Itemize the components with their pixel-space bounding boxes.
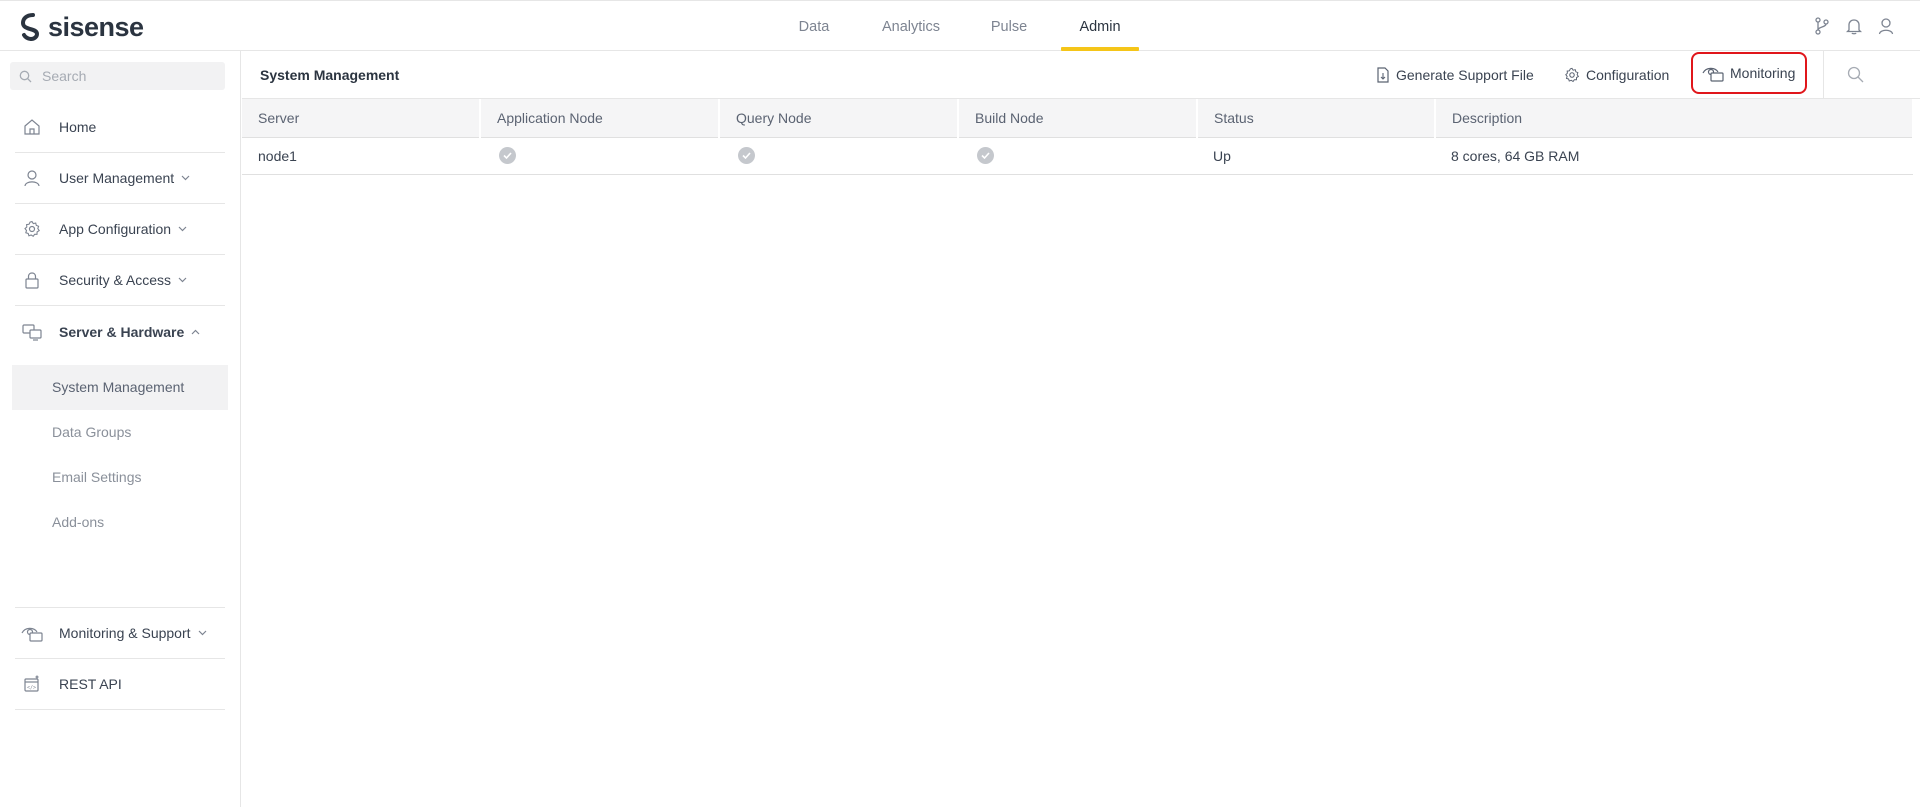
tab-admin[interactable]: Admin	[1075, 1, 1125, 51]
column-header-application-node[interactable]: Application Node	[480, 99, 720, 138]
main-nav: Data Analytics Pulse Admin	[0, 1, 1920, 51]
search-icon	[19, 70, 32, 82]
home-icon	[21, 116, 43, 138]
sidebar-item-label: REST API	[59, 676, 122, 692]
sidebar-item-rest-api[interactable]: </> REST API	[15, 659, 225, 710]
file-download-icon	[1377, 67, 1389, 83]
main-content: System Management Generate Support File …	[242, 51, 1920, 807]
configuration-label: Configuration	[1586, 67, 1670, 83]
gear-icon	[1565, 67, 1580, 83]
chevron-down-icon	[178, 277, 187, 283]
sidebar-item-label: Server & Hardware	[59, 323, 185, 340]
cell-description: 8 cores, 64 GB RAM	[1435, 137, 1913, 175]
sidebar-item-email-settings[interactable]: Email Settings	[12, 455, 228, 500]
column-header-server[interactable]: Server	[242, 99, 481, 138]
lock-icon	[21, 269, 43, 291]
servers-icon	[21, 321, 43, 343]
sidebar-item-home[interactable]: Home	[15, 102, 225, 153]
sidebar-item-server-hardware[interactable]: Server & Hardware	[15, 306, 225, 357]
cell-status: Up	[1197, 137, 1435, 175]
servers-table: Server Application Node Query Node Build…	[242, 99, 1914, 175]
sidebar-item-label: Monitoring & Support	[59, 625, 191, 641]
tab-analytics[interactable]: Analytics	[880, 1, 942, 51]
generate-support-file-button[interactable]: Generate Support File	[1376, 51, 1534, 99]
check-circle-icon	[738, 147, 755, 165]
sidebar-item-label: User Management	[59, 170, 175, 186]
page-toolbar: System Management Generate Support File …	[242, 51, 1920, 99]
server-hardware-submenu: System Management Data Groups Email Sett…	[12, 365, 228, 545]
chevron-down-icon	[198, 630, 207, 636]
tab-pulse[interactable]: Pulse	[990, 1, 1028, 51]
chevron-down-icon	[181, 175, 190, 181]
sidebar-item-label: Security & Access	[59, 272, 172, 288]
chevron-down-icon	[178, 226, 187, 232]
sidebar-item-label: App Configuration	[59, 221, 172, 237]
chevron-up-icon	[191, 329, 200, 335]
monitoring-label: Monitoring	[1730, 65, 1796, 81]
generate-support-file-label: Generate Support File	[1396, 67, 1534, 83]
monitoring-eye-icon	[21, 622, 43, 644]
bell-icon[interactable]	[1844, 16, 1864, 36]
sidebar-item-data-groups[interactable]: Data Groups	[12, 410, 228, 455]
search-icon	[1847, 66, 1864, 83]
svg-text:</>: </>	[27, 685, 36, 691]
cell-build-node	[958, 137, 1197, 175]
table-header-row: Server Application Node Query Node Build…	[242, 99, 1914, 138]
sidebar-item-user-management[interactable]: User Management	[15, 153, 225, 204]
column-header-build-node[interactable]: Build Node	[958, 99, 1198, 138]
tab-data[interactable]: Data	[796, 1, 832, 51]
user-icon[interactable]	[1876, 16, 1896, 36]
top-bar: sisense Data Analytics Pulse Admin	[0, 0, 1920, 51]
table-search-button[interactable]	[1847, 66, 1864, 86]
page-title: System Management	[260, 67, 400, 83]
cell-server: node1	[242, 137, 480, 175]
check-circle-icon	[499, 147, 516, 165]
sidebar-item-system-management[interactable]: System Management	[12, 365, 228, 410]
sidebar-item-label: Home	[59, 119, 97, 135]
sidebar-item-app-configuration[interactable]: App Configuration	[15, 204, 225, 255]
sidebar-menu: Home User Management App Configuration S…	[15, 102, 225, 357]
git-branch-icon[interactable]	[1812, 16, 1832, 36]
configuration-button[interactable]: Configuration	[1564, 51, 1669, 99]
search-input[interactable]	[42, 68, 212, 84]
sidebar-item-add-ons[interactable]: Add-ons	[12, 500, 228, 545]
column-header-status[interactable]: Status	[1197, 99, 1436, 138]
monitoring-eye-icon	[1702, 67, 1724, 82]
column-header-query-node[interactable]: Query Node	[719, 99, 959, 138]
monitoring-button[interactable]: Monitoring	[1691, 52, 1808, 94]
sidebar-item-monitoring-support[interactable]: Monitoring & Support	[15, 608, 225, 659]
sidebar: Home User Management App Configuration S…	[0, 51, 241, 807]
user-icon	[21, 167, 43, 189]
column-header-description[interactable]: Description	[1435, 99, 1914, 138]
cell-application-node	[480, 137, 719, 175]
cell-query-node	[719, 137, 958, 175]
sidebar-search	[10, 62, 225, 90]
check-circle-icon	[977, 147, 994, 165]
gear-icon	[21, 218, 43, 240]
table-row[interactable]: node1 Up 8 cores, 64 GB RAM	[242, 137, 1913, 175]
sidebar-menu-bottom: Monitoring & Support </> REST API	[15, 607, 225, 710]
api-icon: </>	[21, 673, 43, 695]
sidebar-item-security-access[interactable]: Security & Access	[15, 255, 225, 306]
top-icons	[1812, 16, 1896, 36]
toolbar-divider	[1823, 51, 1824, 99]
